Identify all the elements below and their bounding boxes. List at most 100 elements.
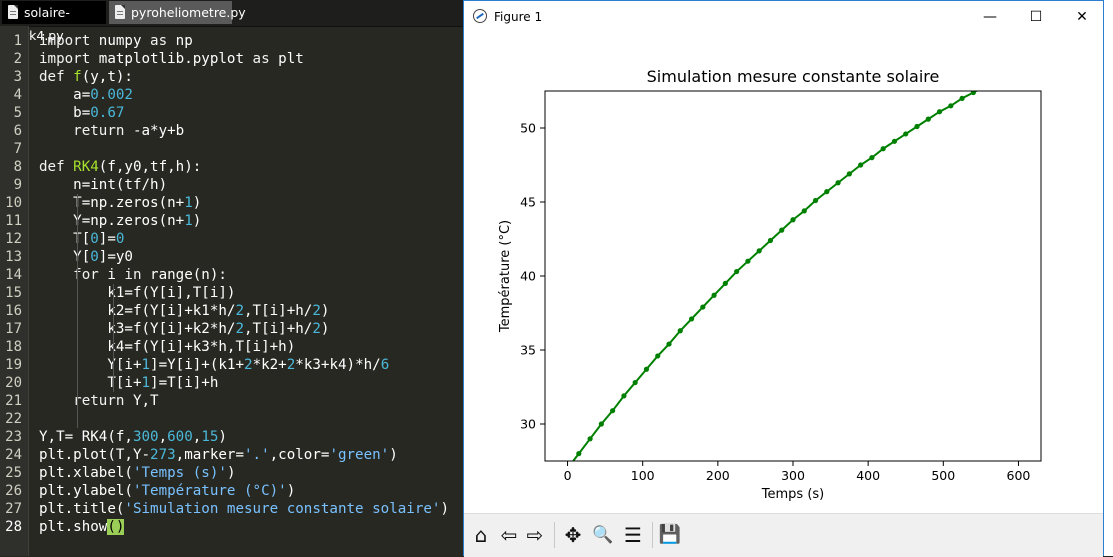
code-token: 2	[312, 321, 321, 337]
code-line[interactable]: import matplotlib.pyplot as plt	[39, 50, 304, 68]
close-button[interactable]: ✕	[1059, 1, 1105, 33]
code-token: k3=f(Y[i]+k2*h/	[39, 321, 236, 337]
code-token: as	[252, 51, 270, 67]
code-token: plt.title(	[39, 501, 125, 517]
code-token: Y=np.zeros(n+	[39, 213, 185, 229]
code-line[interactable]: plt.title('Simulation mesure constante s…	[39, 500, 449, 518]
code-line[interactable]: T[0]=0	[39, 230, 124, 248]
data-point	[936, 109, 943, 115]
data-point	[767, 237, 774, 244]
code-token: k1=f(Y[i],T[i])	[39, 285, 236, 301]
y-tick-label: 40	[520, 269, 536, 284]
code-editor[interactable]: solaire-rk4.py ✕ pyroheliometre.py 12345…	[0, 0, 470, 556]
zoom-icon[interactable]: 🔍	[590, 522, 616, 548]
data-point	[632, 379, 638, 386]
code-line[interactable]: return -a*y+b	[39, 122, 184, 140]
code-token: 1	[184, 195, 193, 211]
data-point	[835, 180, 841, 186]
data-point	[779, 227, 785, 233]
code-token: T[	[39, 231, 91, 247]
data-point	[880, 146, 886, 152]
code-line[interactable]: k1=f(Y[i],T[i])	[39, 284, 235, 302]
code-token: 0.67	[90, 105, 125, 121]
code-token: )	[286, 483, 296, 499]
code-token: np	[167, 33, 193, 49]
tab-solaire-rk4[interactable]: solaire-rk4.py	[2, 1, 106, 43]
code-token: 2	[312, 303, 321, 319]
code-line[interactable]: k2=f(Y[i]+k1*h/2,T[i]+h/2)	[39, 302, 329, 320]
back-icon[interactable]: ⇦	[496, 522, 522, 548]
code-line[interactable]: n=int(tf/h)	[39, 176, 167, 194]
configure-subplots-icon[interactable]: ☰	[620, 522, 646, 548]
code-token: def	[39, 69, 65, 85]
line-number-gutter: 1 2 3 4 5 6 7 8 9 10 11 12 13 14 15 16 17 18 19 20 21 22 23 24 2…	[0, 26, 29, 556]
code-token: ]=y0	[98, 249, 133, 265]
save-icon[interactable]: 💾	[657, 522, 683, 548]
window-titlebar[interactable]: Figure 1 — ☐ ✕	[464, 1, 1103, 33]
code-token: (y,t):	[81, 69, 133, 85]
code-line[interactable]: import numpy as np	[39, 32, 193, 50]
code-line[interactable]: for i in range(n):	[39, 266, 227, 284]
code-token: plt.xlabel(	[39, 465, 133, 481]
code-token: matplotlib.pyplot	[90, 51, 253, 67]
code-line[interactable]: Y=np.zeros(n+1)	[39, 212, 201, 230]
chart-title: Simulation mesure constante solaire	[647, 67, 940, 86]
code-line[interactable]: return Y,T	[39, 392, 158, 410]
forward-icon[interactable]: ⇨	[522, 522, 548, 548]
line-number: 4	[13, 87, 22, 103]
code-line[interactable]: k3=f(Y[i]+k2*h/2,T[i]+h/2)	[39, 320, 329, 338]
code-token: -a*y+b	[124, 123, 185, 139]
line-number: 17	[5, 321, 22, 337]
code-line[interactable]: Y[i+1]=Y[i]+(k1+2*k2+2*k3+k4)*h/6	[39, 356, 389, 374]
plot-canvas[interactable]: Simulation mesure constante solaire 0 100 2…	[464, 34, 1103, 512]
code-line[interactable]: plt.show()	[39, 518, 125, 536]
maximize-button[interactable]: ☐	[1013, 1, 1059, 33]
code-line[interactable]: a=0.002	[39, 86, 133, 104]
data-point	[858, 162, 864, 168]
code-line[interactable]: Y[0]=y0	[39, 248, 133, 266]
data-point	[959, 95, 965, 101]
data-point	[722, 280, 728, 286]
code-line[interactable]: def RK4(f,y0,tf,h):	[39, 158, 201, 176]
code-line[interactable]: def f(y,t):	[39, 68, 133, 86]
code-line[interactable]: plt.ylabel('Température (°C)')	[39, 482, 295, 500]
matplotlib-icon	[473, 9, 487, 23]
code-token: plt.show	[39, 519, 108, 535]
home-icon[interactable]: ⌂	[468, 522, 494, 548]
data-point	[700, 304, 706, 310]
pan-icon[interactable]: ✥	[560, 522, 586, 548]
code-token: return	[73, 393, 125, 409]
code-token: ]=T[i]+h	[150, 375, 219, 391]
code-token: T=np.zeros(n+	[39, 195, 185, 211]
line-number: 16	[5, 303, 22, 319]
y-axis-label: Température (°C)	[498, 220, 513, 333]
line-number: 6	[13, 123, 22, 139]
tab-pyroheliometre[interactable]: pyroheliometre.py	[109, 1, 246, 24]
code-line[interactable]: b=0.67	[39, 104, 124, 122]
code-token: )	[389, 447, 398, 463]
code-token: as	[150, 33, 168, 49]
code-token: )	[320, 303, 330, 319]
line-number: 24	[5, 447, 22, 463]
line-number: 11	[5, 213, 22, 229]
figure-window[interactable]: Figure 1 — ☐ ✕ Simulation mesure constan…	[463, 0, 1104, 557]
code-token: ]=Y[i]+(k1+	[150, 357, 245, 373]
code-line[interactable]: plt.plot(T,Y-273,marker='.',color='green…	[39, 446, 398, 464]
code-line[interactable]: T[i+1]=T[i]+h	[39, 374, 218, 392]
code-token: 2	[286, 357, 296, 373]
code-token: def	[39, 159, 65, 175]
code-token: *k3+k4)*h/	[295, 357, 381, 373]
data-point	[903, 131, 909, 137]
code-line[interactable]: plt.xlabel('Temps (s)')	[39, 464, 235, 482]
line-number: 13	[5, 249, 22, 265]
y-tick-label: 30	[520, 417, 536, 432]
code-line[interactable]: T=np.zeros(n+1)	[39, 194, 201, 212]
code-token: range(n):	[141, 267, 227, 283]
x-tick-label: 200	[706, 468, 730, 483]
code-token: )	[218, 429, 227, 445]
line-number: 26	[5, 483, 22, 499]
code-line[interactable]: Y,T= RK4(f,300,600,15)	[39, 428, 227, 446]
line-number: 5	[13, 105, 22, 121]
minimize-button[interactable]: —	[967, 1, 1013, 33]
